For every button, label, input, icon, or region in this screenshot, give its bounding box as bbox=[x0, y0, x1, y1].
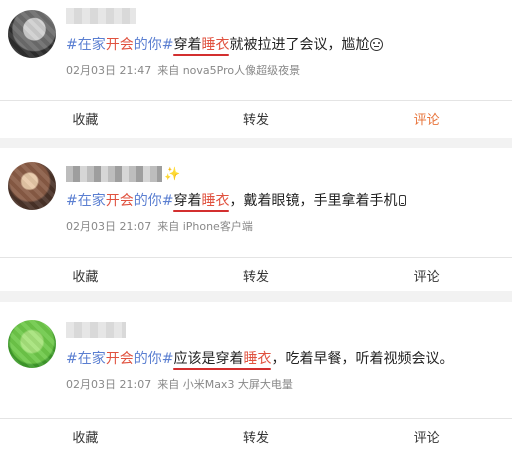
action-bar: 收藏 转发 评论 bbox=[0, 100, 512, 136]
blurred-username[interactable] bbox=[66, 166, 162, 182]
sweat-smile-icon bbox=[370, 38, 384, 51]
post-card: #在家开会的你#穿着睡衣，戴着眼镜，手里拿着手机 02月03日 21:07 来自 … bbox=[0, 148, 512, 291]
action-bar: 收藏 转发 评论 bbox=[0, 418, 512, 454]
post-meta: 02月03日 21:07 来自 小米Max3 大屏大电量 bbox=[66, 376, 293, 392]
post-time[interactable]: 02月03日 21:07 bbox=[66, 220, 151, 233]
topic-link[interactable]: #在家开会的你# bbox=[66, 193, 173, 209]
post-device: 来自 iPhone客户端 bbox=[157, 220, 253, 233]
repost-button[interactable]: 转发 bbox=[171, 258, 342, 293]
post-text: #在家开会的你#应该是穿着睡衣，吃着早餐，听着视频会议。 bbox=[66, 351, 454, 367]
topic-link[interactable]: #在家开会的你# bbox=[66, 37, 173, 53]
avatar[interactable] bbox=[8, 10, 56, 58]
repost-button[interactable]: 转发 bbox=[171, 419, 342, 454]
topic-link[interactable]: #在家开会的你# bbox=[66, 351, 173, 367]
post-text: #在家开会的你#穿着睡衣，戴着眼镜，手里拿着手机 bbox=[66, 191, 407, 211]
weibo-feed: #在家开会的你#穿着睡衣就被拉进了会议，尴尬 02月03日 21:47 来自 no… bbox=[0, 0, 512, 456]
avatar[interactable] bbox=[8, 320, 56, 368]
sparkle-badge-icon: ✨ bbox=[164, 167, 181, 182]
underlined-phrase: 穿着睡衣 bbox=[173, 193, 230, 209]
comment-button[interactable]: 评论 bbox=[341, 101, 512, 136]
post-device: 来自 小米Max3 大屏大电量 bbox=[157, 378, 293, 391]
favorite-button[interactable]: 收藏 bbox=[0, 101, 171, 136]
favorite-button[interactable]: 收藏 bbox=[0, 419, 171, 454]
avatar[interactable] bbox=[8, 162, 56, 210]
favorite-button[interactable]: 收藏 bbox=[0, 258, 171, 293]
post-meta: 02月03日 21:47 来自 nova5Pro人像超级夜景 bbox=[66, 62, 300, 78]
post-card: #在家开会的你#应该是穿着睡衣，吃着早餐，听着视频会议。 02月03日 21:0… bbox=[0, 302, 512, 456]
post-time[interactable]: 02月03日 21:07 bbox=[66, 378, 151, 391]
comment-button[interactable]: 评论 bbox=[341, 258, 512, 293]
blurred-username[interactable] bbox=[66, 322, 126, 338]
repost-button[interactable]: 转发 bbox=[171, 101, 342, 136]
underlined-phrase: 应该是穿着睡衣 bbox=[173, 351, 272, 367]
phone-icon bbox=[399, 195, 407, 206]
comment-button[interactable]: 评论 bbox=[341, 419, 512, 454]
post-meta: 02月03日 21:07 来自 iPhone客户端 bbox=[66, 218, 253, 234]
post-text: #在家开会的你#穿着睡衣就被拉进了会议，尴尬 bbox=[66, 35, 384, 55]
blurred-username[interactable] bbox=[66, 8, 136, 24]
post-time[interactable]: 02月03日 21:47 bbox=[66, 64, 151, 77]
action-bar: 收藏 转发 评论 bbox=[0, 257, 512, 293]
post-card: #在家开会的你#穿着睡衣就被拉进了会议，尴尬 02月03日 21:47 来自 no… bbox=[0, 0, 512, 138]
post-device: 来自 nova5Pro人像超级夜景 bbox=[157, 64, 301, 77]
underlined-phrase: 穿着睡衣 bbox=[173, 37, 230, 53]
